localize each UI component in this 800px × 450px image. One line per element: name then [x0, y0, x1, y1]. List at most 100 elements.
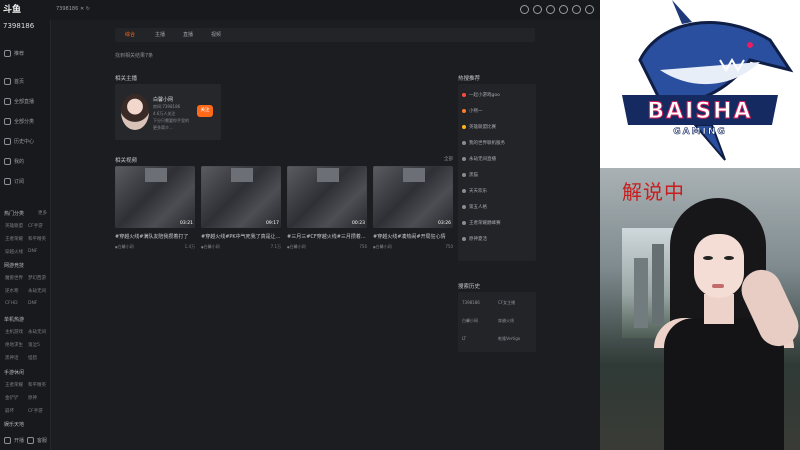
- hot-search-item[interactable]: 小熙一: [462, 108, 483, 114]
- tab-videos[interactable]: 视频: [211, 31, 221, 38]
- sidebar-sub-item[interactable]: DNF: [28, 249, 37, 254]
- sidebar-sub-item[interactable]: 王者荣耀: [5, 382, 23, 388]
- hot-search-item[interactable]: 英雄联盟比赛: [462, 124, 496, 130]
- rank-dot-icon: [462, 108, 466, 113]
- sidebar-sub-item[interactable]: 穿越火线: [5, 249, 23, 255]
- video-card[interactable]: 00:23 #三月三#CF穿越火线#三月攒着... 白馨小网 756: [287, 166, 367, 250]
- sidebar-sub-item[interactable]: 和平精英: [28, 382, 46, 388]
- history-item[interactable]: 穿越火线: [498, 318, 514, 324]
- tab-live[interactable]: 直播: [183, 31, 193, 38]
- rank-dot-icon: [462, 204, 466, 209]
- rank-dot-icon: [462, 172, 466, 177]
- tab-streamers[interactable]: 主播: [155, 31, 165, 38]
- settings-icon[interactable]: [572, 5, 581, 14]
- sidebar-sub-item[interactable]: 逆水寒: [5, 288, 19, 294]
- sidebar-sub-item[interactable]: DNF: [28, 301, 37, 306]
- sidebar-item-mine[interactable]: 我的: [4, 158, 24, 165]
- sidebar-sub-item[interactable]: 梦幻西游: [28, 275, 46, 281]
- sidebar-group-entertainment[interactable]: 娱乐天地: [4, 421, 24, 428]
- minimize-icon[interactable]: [585, 5, 594, 14]
- sidebar-sub-item[interactable]: 绝地求生: [5, 342, 23, 348]
- tab-all[interactable]: 综合: [125, 31, 135, 38]
- sidebar-sub-item[interactable]: 魔兽世界: [5, 275, 23, 281]
- sidebar-group-single[interactable]: 单机热游: [4, 316, 24, 323]
- sidebar-item-live[interactable]: 全部直播: [4, 98, 34, 105]
- hot-search-item[interactable]: 永劫无间直播: [462, 156, 496, 162]
- related-streamer-title: 相关主播: [115, 76, 138, 82]
- video-card[interactable]: 03:26 #穿越火线#凑热闹#开局狂心情 白馨小网 750: [373, 166, 453, 250]
- hot-search-item[interactable]: 原神夏活: [462, 236, 487, 242]
- video-card[interactable]: 03:21 #穿越火线#满队友陪我攒着打了 白馨小网 1.4万: [115, 166, 195, 250]
- sidebar-group-more[interactable]: 更多: [38, 210, 47, 216]
- avatar[interactable]: [121, 94, 149, 130]
- sidebar-broadcast-button[interactable]: 开播: [4, 437, 24, 444]
- sidebar-sub-item[interactable]: 永劫无间: [28, 288, 46, 294]
- history-item[interactable]: CF女主播: [498, 300, 515, 306]
- close-icon[interactable]: ✕ ↻: [80, 6, 90, 12]
- hot-search-item[interactable]: 天天欢乐: [462, 188, 487, 194]
- hot-search-item[interactable]: 第五人格: [462, 204, 487, 210]
- video-duration: 03:26: [438, 221, 451, 226]
- video-thumbnail[interactable]: 03:26: [373, 166, 453, 228]
- streamer-name[interactable]: 白馨小网: [153, 96, 173, 103]
- result-tabs: 综合 主播 直播 视频: [115, 28, 535, 42]
- shield-icon[interactable]: [533, 5, 542, 14]
- video-title[interactable]: #三月三#CF穿越火线#三月攒着...: [287, 233, 367, 240]
- hot-search-item[interactable]: 我的世界联机服务: [462, 140, 505, 146]
- sidebar-support-button[interactable]: 客服: [27, 437, 47, 444]
- hot-search-item[interactable]: 黑猫: [462, 172, 478, 178]
- sidebar-group-mobile[interactable]: 手游休闲: [4, 369, 24, 376]
- sidebar-sub-item[interactable]: 金铲铲: [5, 395, 19, 401]
- sidebar-item-subscribe[interactable]: 订阅: [4, 178, 24, 185]
- sidebar-sub-item[interactable]: 崩坏: [5, 408, 14, 414]
- video-title[interactable]: #穿越火线#PK中气死我了真是让...: [201, 233, 281, 240]
- history-item[interactable]: 乾隆Vertigo: [498, 336, 520, 342]
- sidebar-sub-item[interactable]: 原神: [28, 395, 37, 401]
- sidebar-sub-item[interactable]: 英雄联盟: [5, 223, 23, 229]
- camera-icon: [4, 437, 11, 444]
- videos-more-link[interactable]: 全部: [444, 156, 453, 162]
- follow-button[interactable]: 关注: [197, 105, 213, 117]
- sidebar-group-online[interactable]: 网游竞技: [4, 262, 24, 269]
- history-item[interactable]: LT: [462, 336, 466, 341]
- search-results-window: 斗鱼 7398186 推荐 首页 全部直播 全部分类 历史中心 我的 订阅 热门…: [0, 0, 600, 450]
- video-title[interactable]: #穿越火线#满队友陪我攒着打了: [115, 233, 195, 240]
- video-card[interactable]: 09:17 #穿越火线#PK中气死我了真是让... 白馨小网 7.1万: [201, 166, 281, 250]
- sidebar-sub-item[interactable]: CF手游: [28, 408, 43, 414]
- clock-icon[interactable]: [520, 5, 529, 14]
- sidebar-sub-item[interactable]: CF手游: [28, 223, 43, 229]
- sidebar-item-recommend[interactable]: 推荐: [4, 50, 24, 57]
- rank-dot-icon: [462, 124, 466, 129]
- streamer-followers: 4.6万人关注: [153, 111, 176, 116]
- sidebar-item-history[interactable]: 历史中心: [4, 138, 34, 145]
- streamer-more[interactable]: 更多简介...: [153, 125, 173, 131]
- video-author[interactable]: 白馨小网: [201, 244, 220, 250]
- video-thumbnail[interactable]: 09:17: [201, 166, 281, 228]
- user-id: 7398186: [3, 22, 35, 30]
- hot-search-item[interactable]: 王者荣耀巅峰赛: [462, 220, 501, 226]
- video-thumbnail[interactable]: 00:23: [287, 166, 367, 228]
- sidebar-sub-item[interactable]: 怪猎: [28, 355, 37, 361]
- sidebar-sub-item[interactable]: 永劫无间: [28, 329, 46, 335]
- sidebar-sub-item[interactable]: 鬼泣5: [28, 342, 40, 348]
- message-icon[interactable]: [559, 5, 568, 14]
- history-item[interactable]: 白馨小网: [462, 318, 478, 324]
- sidebar-sub-item[interactable]: CFHD: [5, 301, 18, 306]
- sidebar-sub-item[interactable]: 和平精英: [28, 236, 46, 242]
- sidebar-sub-item[interactable]: 主机游戏: [5, 329, 23, 335]
- sidebar-item-categories[interactable]: 全部分类: [4, 118, 34, 125]
- sidebar-item-home[interactable]: 首页: [4, 78, 24, 85]
- avatar[interactable]: [546, 5, 555, 14]
- video-author[interactable]: 白馨小网: [287, 244, 306, 250]
- streamer-card[interactable]: 白馨小网 房间:7398186 4.6万人关注 下分只需要你手里的 更多简介..…: [115, 84, 221, 140]
- sidebar-group-hot[interactable]: 热门分类: [4, 210, 24, 217]
- sidebar-sub-item[interactable]: 黑神话: [5, 355, 19, 361]
- video-author[interactable]: 白馨小网: [373, 244, 392, 250]
- sidebar-sub-item[interactable]: 王者荣耀: [5, 236, 23, 242]
- history-item[interactable]: 7398186: [462, 300, 480, 305]
- video-thumbnail[interactable]: 03:21: [115, 166, 195, 228]
- hot-search-item[interactable]: 一起小游戏goo: [462, 92, 500, 98]
- video-author[interactable]: 白馨小网: [115, 244, 134, 250]
- app-logo[interactable]: 斗鱼: [3, 2, 47, 18]
- video-title[interactable]: #穿越火线#凑热闹#开局狂心情: [373, 233, 453, 240]
